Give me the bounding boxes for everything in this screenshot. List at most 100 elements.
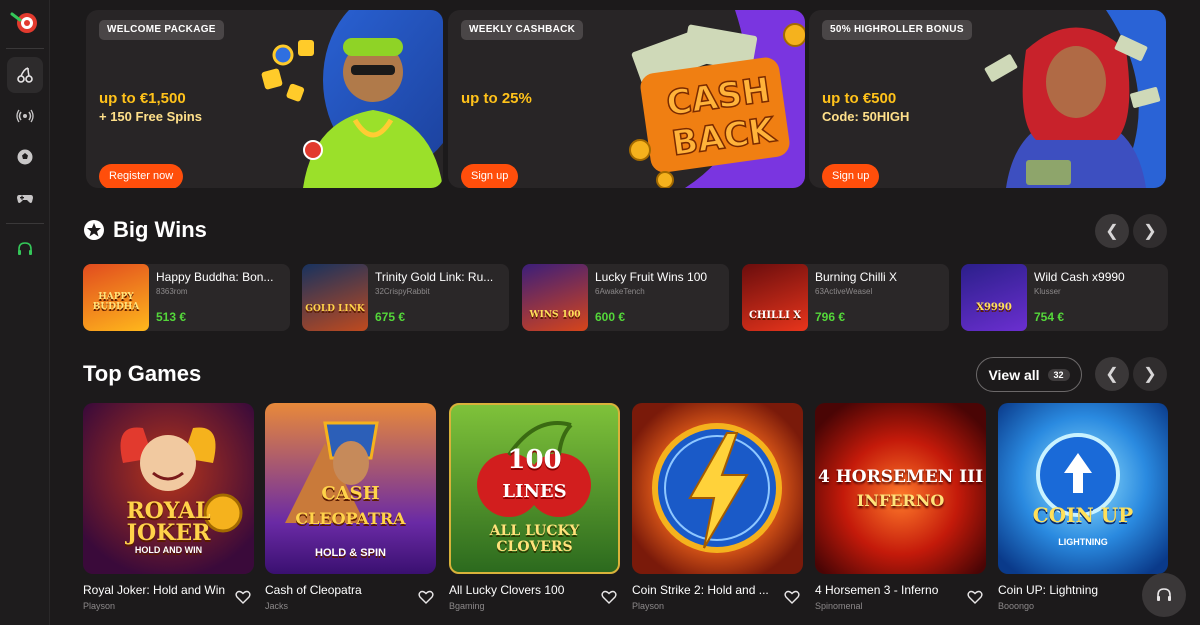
thumbnail-art-text: CHILLI X [748,310,802,321]
banner-art-character [243,10,443,188]
top-games-prev-button[interactable]: ❮ [1095,357,1129,391]
game-art-text: JOKER [126,520,211,546]
win-username: 6AwakeTench [595,287,645,296]
banner-subtitle: Code: 50HIGH [822,109,910,124]
game-art-text: HOLD AND WIN [134,545,203,555]
game-art-text: HOLD & SPIN [315,547,386,559]
sidebar-item-live[interactable] [7,98,43,134]
chevron-right-icon: ❯ [1143,223,1157,240]
game-card[interactable]: CASH CLEOPATRA HOLD & SPIN [265,403,436,574]
win-game-name: Happy Buddha: Bon... [156,270,274,284]
soccer-ball-icon [17,149,33,165]
banner-highroller-bonus[interactable]: 50% HIGHROLLER BONUS up to €500 Code: 50… [809,10,1166,188]
headset-icon [18,242,32,255]
game-art [1036,433,1120,517]
support-chat-button[interactable] [1142,573,1186,617]
win-amount: 600 € [595,310,626,324]
live-broadcast-icon [16,109,34,123]
game-title[interactable]: Coin UP: Lightning [998,583,1148,597]
big-win-card[interactable]: GOLD LINK Trinity Gold Link: Ru... 32Cri… [302,264,509,331]
top-games-title: Top Games [83,361,202,386]
thumbnail-art-text: WINS 100 [529,310,581,320]
banner-amount: up to €1,500 [99,90,186,107]
favorite-heart-icon[interactable] [784,589,800,605]
game-title[interactable]: Royal Joker: Hold and Win [83,583,233,597]
game-art-text: CASH [321,483,380,504]
sidebar-item-casino[interactable] [7,57,43,93]
big-wins-prev-button[interactable]: ❮ [1095,214,1129,248]
thumbnail-art-text: HAPPY BUDDHA [92,292,140,312]
star-icon [84,220,104,240]
win-amount: 675 € [375,310,406,324]
game-art-text: ALL LUCKY CLOVERS [489,523,580,555]
game-thumbnail: HAPPY BUDDHA [83,264,149,331]
big-win-card[interactable]: HAPPY BUDDHA Happy Buddha: Bon... 8363ro… [83,264,290,331]
poker-chip-icon [10,12,37,33]
big-wins-heading: Big Wins [83,217,207,243]
favorite-heart-icon[interactable] [601,589,617,605]
thumbnail-art-text: GOLD LINK [305,304,365,314]
banner-tag: WELCOME PACKAGE [99,20,224,40]
win-game-name: Trinity Gold Link: Ru... [375,270,494,284]
game-art-text: LIGHTNING [1058,537,1108,547]
sign-up-button[interactable]: Sign up [461,164,519,188]
big-win-card[interactable]: X9990 Wild Cash x9990 Klusser 754 € [961,264,1168,331]
big-win-card[interactable]: CHILLI X Burning Chilli X 63ActiveWeasel… [742,264,949,331]
game-art [652,423,782,553]
top-games-next-button[interactable]: ❯ [1133,357,1167,391]
big-wins-title: Big Wins [113,217,207,242]
view-all-button[interactable]: View all 32 [976,357,1082,392]
win-amount: 513 € [156,310,187,324]
game-card[interactable]: ROYAL JOKER HOLD AND WIN [83,403,254,574]
view-all-label: View all [988,366,1040,383]
game-provider: Playson [83,601,116,611]
game-art-text: INFERNO [856,491,945,510]
banner-art-character [966,10,1166,188]
game-thumbnail: X9990 [961,264,1027,331]
sidebar-item-sports[interactable] [7,139,43,175]
thumbnail-art-text: X9990 [976,302,1012,313]
big-win-card[interactable]: WINS 100 Lucky Fruit Wins 100 6AwakeTenc… [522,264,729,331]
sidebar [0,0,50,625]
logo[interactable] [10,10,40,36]
banner-weekly-cashback[interactable]: CASH BACK WEEKLY CASHBACK up to 25% Sign… [448,10,805,188]
banner-amount: up to 25% [461,90,532,107]
game-provider: Playson [632,601,665,611]
headset-icon [1157,588,1171,601]
gamepad-icon [17,195,33,203]
game-card[interactable] [632,403,803,574]
win-username: 32CrispyRabbit [375,287,430,296]
game-card[interactable]: 100 LINES ALL LUCKY CLOVERS [449,403,620,574]
big-wins-next-button[interactable]: ❯ [1133,214,1167,248]
banner-welcome-package[interactable]: WELCOME PACKAGE up to €1,500 + 150 Free … [86,10,443,188]
game-card[interactable]: 4 HORSEMEN III INFERNO [815,403,986,574]
favorite-heart-icon[interactable] [418,589,434,605]
game-title[interactable]: Coin Strike 2: Hold and ... [632,583,782,597]
game-provider: Spinomenal [815,601,863,611]
banner-tag: 50% HIGHROLLER BONUS [822,20,972,40]
win-username: 63ActiveWeasel [815,287,873,296]
banner-subtitle: + 150 Free Spins [99,109,202,124]
register-now-button[interactable]: Register now [99,164,184,188]
game-art-text: 100 [507,445,562,475]
sidebar-item-support[interactable] [7,231,43,267]
chevron-left-icon: ❮ [1105,223,1119,240]
game-title[interactable]: All Lucky Clovers 100 [449,583,599,597]
game-title[interactable]: Cash of Cleopatra [265,583,415,597]
banner-amount: up to €500 [822,90,897,107]
win-game-name: Wild Cash x9990 [1034,270,1125,284]
game-art-text: CLEOPATRA [295,509,406,528]
win-amount: 754 € [1034,310,1065,324]
favorite-heart-icon[interactable] [967,589,983,605]
cherries-icon [17,67,33,83]
banner-tag: WEEKLY CASHBACK [461,20,584,40]
game-thumbnail: CHILLI X [742,264,808,331]
game-title[interactable]: 4 Horsemen 3 - Inferno [815,583,965,597]
win-game-name: Burning Chilli X [815,270,898,284]
sign-up-button[interactable]: Sign up [822,164,880,188]
game-provider: Bgaming [449,601,485,611]
game-card[interactable]: COIN UP LIGHTNING [998,403,1168,574]
sidebar-item-games[interactable] [7,180,43,216]
favorite-heart-icon[interactable] [235,589,251,605]
win-game-name: Lucky Fruit Wins 100 [595,270,708,284]
